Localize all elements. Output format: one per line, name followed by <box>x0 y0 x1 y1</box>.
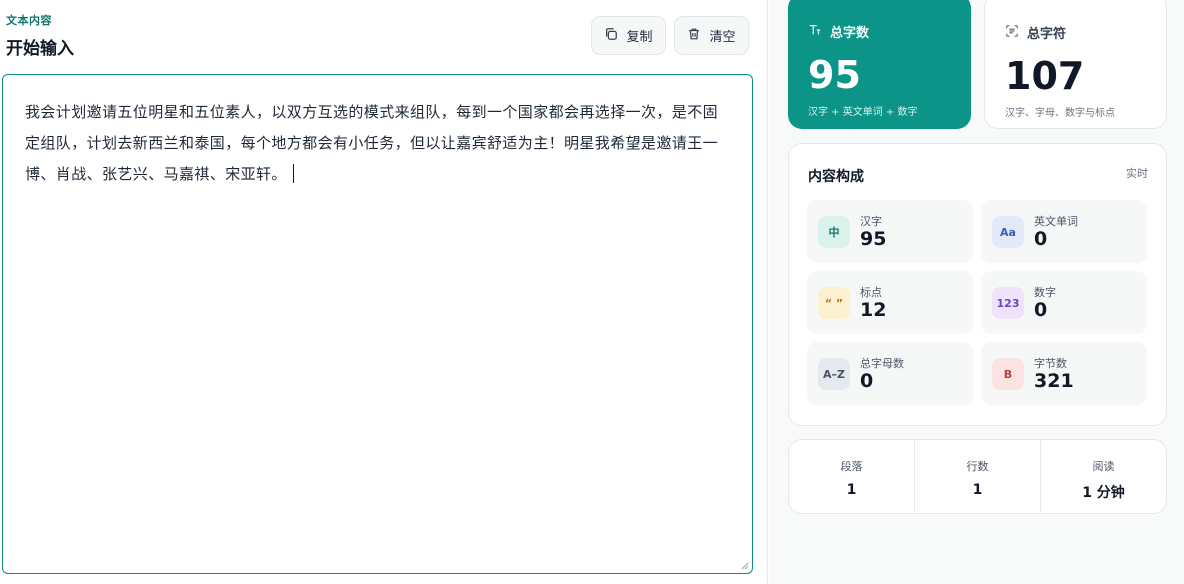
stat-tile-label: 数字 <box>1034 286 1056 299</box>
trash-icon <box>687 27 701 44</box>
text-caret <box>292 164 294 183</box>
chinese-char-icon: 中 <box>818 216 850 248</box>
breakdown-title: 内容构成 <box>808 169 864 185</box>
page-title: 开始输入 <box>6 39 74 59</box>
copy-button[interactable]: 复制 <box>591 16 666 55</box>
copy-icon <box>604 27 618 44</box>
byte-icon: B <box>992 358 1024 390</box>
summary-label: 行数 <box>966 460 989 473</box>
english-word-icon: Aa <box>992 216 1024 248</box>
alphabet-icon: A–Z <box>818 358 850 390</box>
total-chars-value: 107 <box>1005 54 1085 98</box>
total-chars-label: 总字符 <box>1027 27 1067 42</box>
total-chars-card: 总字符 107 汉字、字母、数字与标点 <box>984 0 1167 129</box>
stat-tile-value: 12 <box>860 299 887 321</box>
summary-lines: 行数 1 <box>915 440 1041 513</box>
stats-panel: 总字数 95 汉字 + 英文单词 + 数字 总字符 107 汉字、字母、数字与标… <box>769 0 1184 584</box>
stat-tile-punctuation: “ ” 标点 12 <box>807 271 973 334</box>
stat-tile-label: 字节数 <box>1034 357 1067 370</box>
summary-value: 1 分钟 <box>1082 485 1125 501</box>
stat-tile-label: 总字母数 <box>860 357 904 370</box>
summary-paragraphs: 段落 1 <box>789 440 915 513</box>
stat-tile-chinese: 中 汉字 95 <box>807 200 973 263</box>
text-size-icon <box>808 23 822 41</box>
clear-button-label: 清空 <box>709 29 736 44</box>
scan-text-icon <box>1005 24 1019 42</box>
stat-tile-value: 0 <box>1034 228 1048 250</box>
stat-tile-value: 95 <box>860 228 887 250</box>
stat-tile-value: 0 <box>1034 299 1048 321</box>
total-words-sub: 汉字 + 英文单词 + 数字 <box>808 107 918 118</box>
summary-value: 1 <box>972 482 983 498</box>
summary-label: 阅读 <box>1092 460 1115 473</box>
resize-grip-icon[interactable] <box>741 562 749 570</box>
total-chars-sub: 汉字、字母、数字与标点 <box>1005 108 1115 119</box>
section-label: 文本内容 <box>6 14 52 27</box>
stat-tile-label: 英文单词 <box>1034 215 1078 228</box>
stat-tile-label: 汉字 <box>860 215 882 228</box>
summary-value: 1 <box>846 482 857 498</box>
stat-tile-label: 标点 <box>860 286 882 299</box>
quote-icon: “ ” <box>818 287 850 319</box>
number-icon: 123 <box>992 287 1024 319</box>
stat-tile-value: 321 <box>1034 370 1074 392</box>
copy-button-label: 复制 <box>626 29 653 44</box>
total-words-card: 总字数 95 汉字 + 英文单词 + 数字 <box>788 0 971 129</box>
summary-reading-time: 阅读 1 分钟 <box>1041 440 1166 513</box>
text-counter-app: 文本内容 开始输入 复制 清空 我会计划邀请五位明星和五位素人，以双方互选的模式… <box>0 0 1184 584</box>
text-input-area[interactable]: 我会计划邀请五位明星和五位素人，以双方互选的模式来组队，每到一个国家都会再选择一… <box>2 74 753 574</box>
editor-panel: 文本内容 开始输入 复制 清空 我会计划邀请五位明星和五位素人，以双方互选的模式… <box>0 0 768 584</box>
stat-tile-letters: A–Z 总字母数 0 <box>807 342 973 405</box>
text-input-content: 我会计划邀请五位明星和五位素人，以双方互选的模式来组队，每到一个国家都会再选择一… <box>25 103 719 183</box>
stat-tile-value: 0 <box>860 370 874 392</box>
stat-tile-numbers: 123 数字 0 <box>981 271 1147 334</box>
summary-label: 段落 <box>840 460 863 473</box>
summary-stats-bar: 段落 1 行数 1 阅读 1 分钟 <box>788 439 1167 514</box>
clear-button[interactable]: 清空 <box>674 16 749 55</box>
live-badge: 实时 <box>1126 167 1148 180</box>
content-breakdown-card: 内容构成 实时 中 汉字 95 Aa 英文单词 0 “ ” 标点 12 123 … <box>788 143 1167 426</box>
total-words-label: 总字数 <box>830 26 870 41</box>
stat-tile-english-words: Aa 英文单词 0 <box>981 200 1147 263</box>
total-words-value: 95 <box>808 53 861 97</box>
stat-tile-bytes: B 字节数 321 <box>981 342 1147 405</box>
